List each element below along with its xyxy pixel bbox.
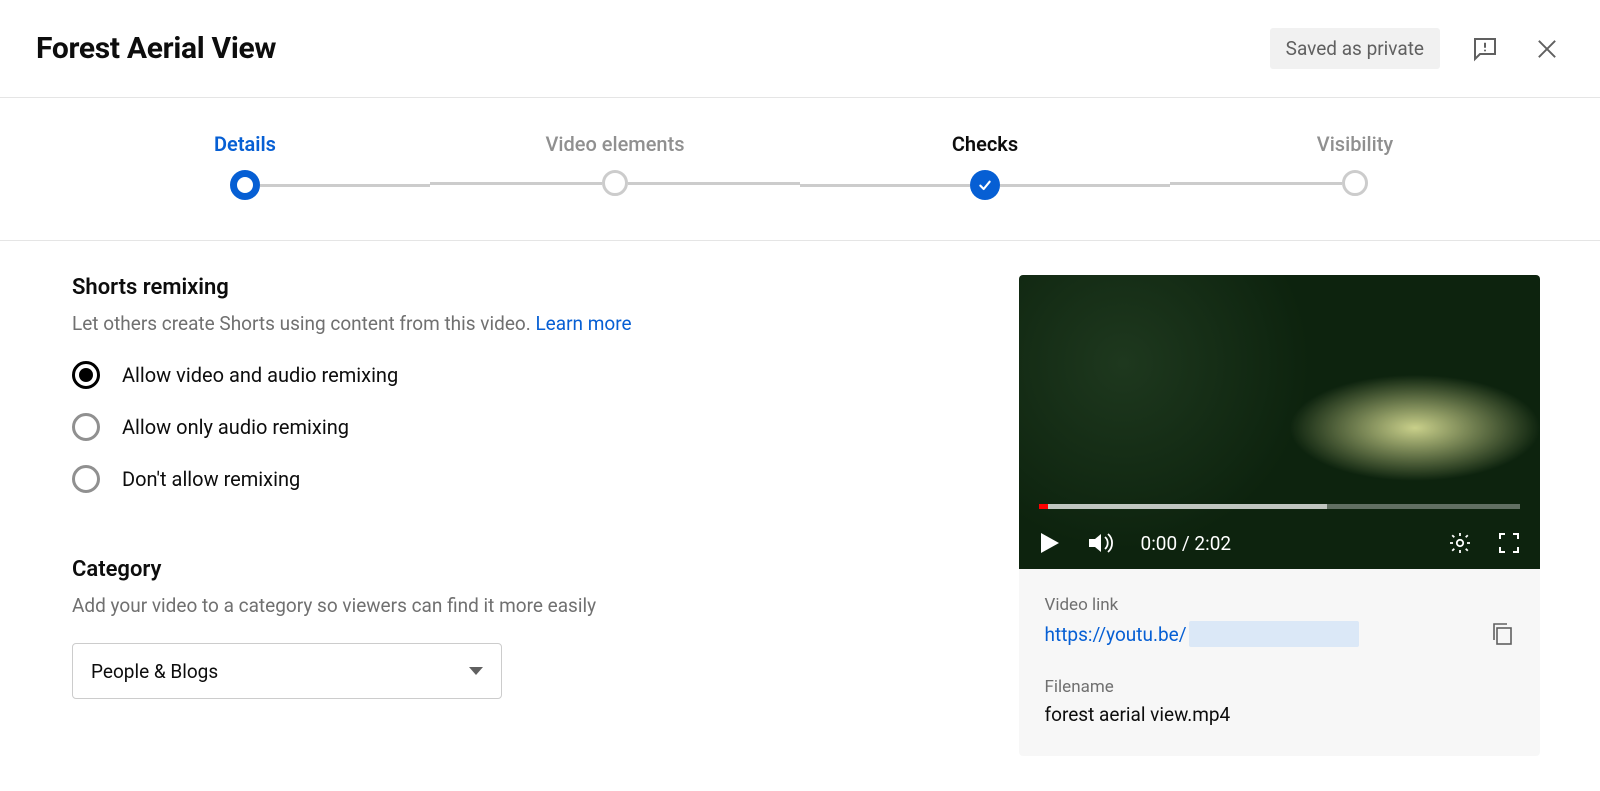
radio-label: Don't allow remixing bbox=[122, 467, 300, 491]
step-video-elements[interactable]: Video elements bbox=[430, 132, 800, 196]
left-column: Shorts remixing Let others create Shorts… bbox=[72, 275, 959, 756]
header-actions: Saved as private bbox=[1270, 28, 1564, 69]
body: Shorts remixing Let others create Shorts… bbox=[0, 241, 1600, 756]
progress-bar[interactable] bbox=[1039, 504, 1520, 509]
category-desc: Add your video to a category so viewers … bbox=[72, 594, 959, 617]
video-link-label: Video link bbox=[1045, 595, 1514, 615]
player-controls: 0:00 / 2:02 bbox=[1039, 531, 1520, 555]
category-dropdown[interactable]: People & Blogs bbox=[72, 643, 502, 699]
step-details[interactable]: Details bbox=[60, 132, 430, 200]
progress-played bbox=[1039, 504, 1049, 509]
copy-link-icon[interactable] bbox=[1490, 621, 1514, 647]
learn-more-link[interactable]: Learn more bbox=[535, 312, 631, 335]
play-icon[interactable] bbox=[1039, 531, 1061, 555]
shorts-title: Shorts remixing bbox=[72, 275, 959, 300]
step-label: Checks bbox=[952, 132, 1018, 156]
right-column: 0:00 / 2:02 Video link bbox=[1019, 275, 1540, 756]
page-title: Forest Aerial View bbox=[36, 31, 276, 66]
shorts-desc-text: Let others create Shorts using content f… bbox=[72, 312, 535, 335]
progress-buffer bbox=[1039, 504, 1328, 509]
step-dot-icon bbox=[1342, 170, 1368, 196]
playback-time: 0:00 / 2:02 bbox=[1141, 532, 1232, 555]
upload-stepper: Details Video elements Checks Visibili bbox=[0, 98, 1600, 241]
radio-label: Allow video and audio remixing bbox=[122, 363, 398, 387]
step-dot-check-icon bbox=[970, 170, 1000, 200]
radio-unselected-icon bbox=[72, 413, 100, 441]
video-link-prefix: https://youtu.be/ bbox=[1045, 623, 1187, 646]
radio-label: Allow only audio remixing bbox=[122, 415, 349, 439]
radio-selected-icon bbox=[72, 361, 100, 389]
step-visibility[interactable]: Visibility bbox=[1170, 132, 1540, 196]
save-status-badge: Saved as private bbox=[1270, 28, 1440, 69]
step-checks[interactable]: Checks bbox=[800, 132, 1170, 200]
step-label: Video elements bbox=[545, 132, 684, 156]
close-icon[interactable] bbox=[1530, 32, 1564, 66]
step-dot-icon bbox=[602, 170, 628, 196]
step-dot-active-icon bbox=[230, 170, 260, 200]
video-link-id-redacted bbox=[1189, 621, 1359, 647]
step-label: Details bbox=[214, 132, 276, 156]
remix-option-none[interactable]: Don't allow remixing bbox=[72, 465, 959, 493]
dropdown-selected: People & Blogs bbox=[91, 660, 218, 683]
video-link[interactable]: https://youtu.be/ bbox=[1045, 621, 1359, 647]
video-preview[interactable]: 0:00 / 2:02 bbox=[1019, 275, 1540, 569]
video-meta-panel: Video link https://youtu.be/ Filename fo… bbox=[1019, 569, 1540, 756]
filename-label: Filename bbox=[1045, 677, 1514, 697]
chevron-down-icon bbox=[469, 666, 483, 676]
settings-gear-icon[interactable] bbox=[1448, 531, 1472, 555]
feedback-icon[interactable] bbox=[1468, 32, 1502, 66]
radio-unselected-icon bbox=[72, 465, 100, 493]
volume-icon[interactable] bbox=[1087, 531, 1115, 555]
filename-value: forest aerial view.mp4 bbox=[1045, 703, 1514, 726]
step-label: Visibility bbox=[1317, 132, 1393, 156]
remix-option-video-audio[interactable]: Allow video and audio remixing bbox=[72, 361, 959, 389]
dialog-header: Forest Aerial View Saved as private bbox=[0, 0, 1600, 98]
fullscreen-icon[interactable] bbox=[1498, 532, 1520, 554]
category-title: Category bbox=[72, 557, 959, 582]
shorts-desc: Let others create Shorts using content f… bbox=[72, 312, 959, 335]
remix-option-audio-only[interactable]: Allow only audio remixing bbox=[72, 413, 959, 441]
